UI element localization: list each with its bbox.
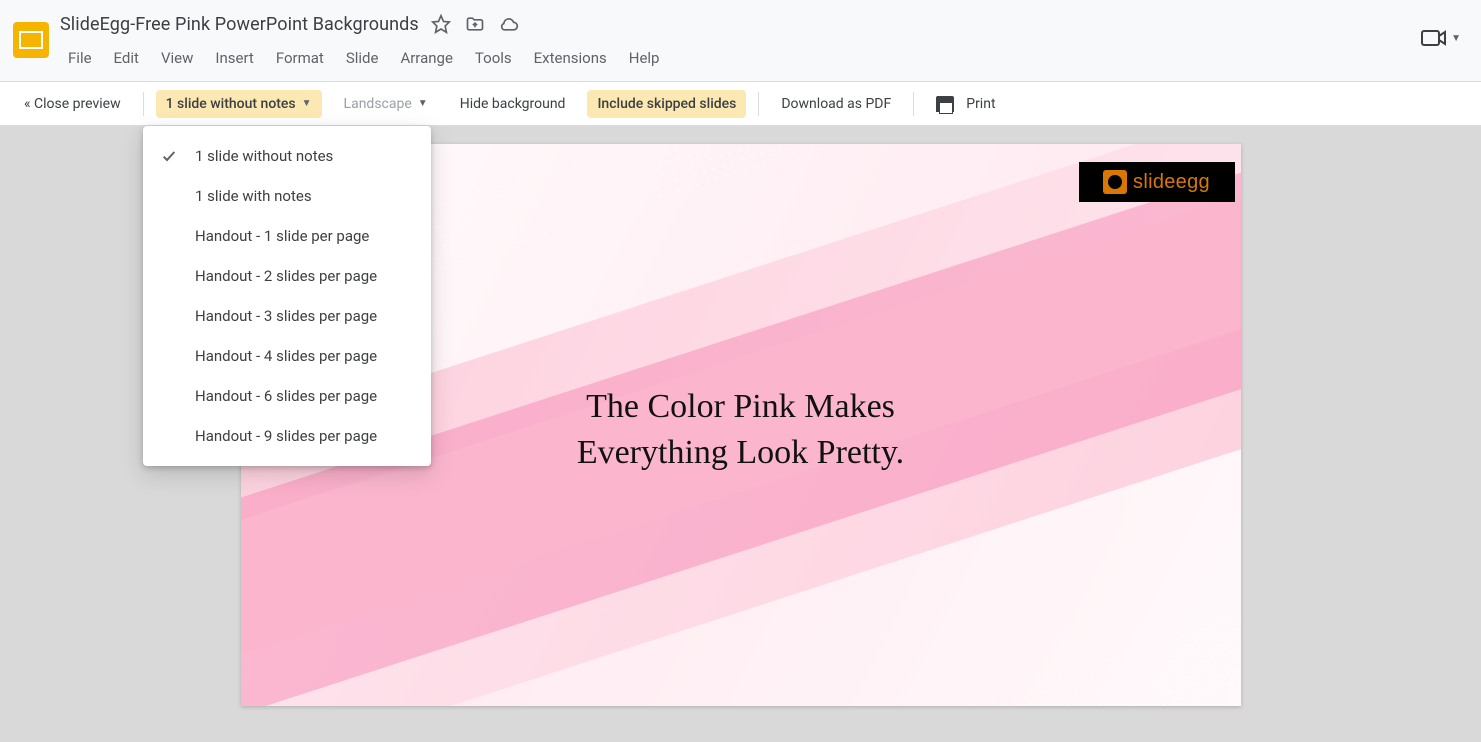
layout-dropdown[interactable]: 1 slide without notes ▼	[156, 90, 322, 118]
print-label: Print	[966, 96, 995, 112]
layout-option[interactable]: Handout - 2 slides per page	[143, 256, 431, 296]
layout-option[interactable]: Handout - 6 slides per page	[143, 376, 431, 416]
toolbar-separator	[913, 92, 914, 116]
slides-icon	[13, 22, 49, 58]
menu-insert[interactable]: Insert	[207, 45, 261, 71]
layout-option-label: Handout - 2 slides per page	[195, 267, 377, 285]
header-bar: SlideEgg-Free Pink PowerPoint Background…	[0, 0, 1481, 82]
layout-option-label: Handout - 1 slide per page	[195, 227, 369, 245]
menu-slide[interactable]: Slide	[338, 45, 387, 71]
menu-arrange[interactable]: Arrange	[392, 45, 460, 71]
layout-option-label: 1 slide without notes	[195, 147, 333, 165]
layout-option[interactable]: Handout - 1 slide per page	[143, 216, 431, 256]
layout-option[interactable]: Handout - 9 slides per page	[143, 416, 431, 456]
brand-badge: slideegg	[1079, 162, 1235, 202]
chevron-down-icon: ▼	[418, 98, 428, 109]
chevron-down-icon: ▼	[1451, 33, 1461, 44]
menu-help[interactable]: Help	[621, 45, 668, 71]
print-icon	[936, 96, 954, 112]
app-logo[interactable]	[8, 8, 54, 72]
close-preview-button[interactable]: « Close preview	[14, 90, 131, 118]
layout-option-label: Handout - 3 slides per page	[195, 307, 377, 325]
chevron-down-icon: ▼	[302, 98, 312, 109]
menu-tools[interactable]: Tools	[467, 45, 520, 71]
menu-format[interactable]: Format	[268, 45, 332, 71]
orientation-label: Landscape	[344, 96, 412, 112]
menu-extensions[interactable]: Extensions	[526, 45, 615, 71]
layout-dropdown-label: 1 slide without notes	[166, 96, 296, 112]
layout-option-label: 1 slide with notes	[195, 187, 312, 205]
orientation-dropdown[interactable]: Landscape ▼	[334, 90, 438, 118]
print-button[interactable]: Print	[926, 90, 1005, 118]
present-button[interactable]: ▼	[1421, 28, 1461, 48]
brand-text: slideegg	[1133, 171, 1210, 194]
layout-option[interactable]: 1 slide with notes	[143, 176, 431, 216]
star-icon[interactable]	[431, 14, 451, 34]
menu-bar: File Edit View Insert Format Slide Arran…	[60, 42, 1481, 74]
move-icon[interactable]	[465, 14, 485, 34]
toolbar-separator	[143, 92, 144, 116]
layout-option-label: Handout - 4 slides per page	[195, 347, 377, 365]
print-preview-toolbar: « Close preview 1 slide without notes ▼ …	[0, 82, 1481, 126]
cloud-status-icon[interactable]	[499, 14, 519, 34]
layout-option-label: Handout - 9 slides per page	[195, 427, 377, 445]
check-icon	[161, 148, 177, 164]
layout-option[interactable]: 1 slide without notes	[143, 136, 431, 176]
document-title[interactable]: SlideEgg-Free Pink PowerPoint Background…	[60, 14, 419, 35]
include-skipped-slides-button[interactable]: Include skipped slides	[587, 90, 746, 118]
hide-background-button[interactable]: Hide background	[450, 90, 576, 118]
brand-icon	[1103, 170, 1127, 194]
download-pdf-button[interactable]: Download as PDF	[771, 90, 901, 118]
menu-view[interactable]: View	[153, 45, 201, 71]
layout-option-label: Handout - 6 slides per page	[195, 387, 377, 405]
menu-edit[interactable]: Edit	[106, 45, 147, 71]
layout-option[interactable]: Handout - 4 slides per page	[143, 336, 431, 376]
title-area: SlideEgg-Free Pink PowerPoint Background…	[54, 8, 1481, 74]
menu-file[interactable]: File	[60, 45, 100, 71]
layout-dropdown-menu: 1 slide without notes 1 slide with notes…	[143, 126, 431, 466]
layout-option[interactable]: Handout - 3 slides per page	[143, 296, 431, 336]
toolbar-separator	[758, 92, 759, 116]
